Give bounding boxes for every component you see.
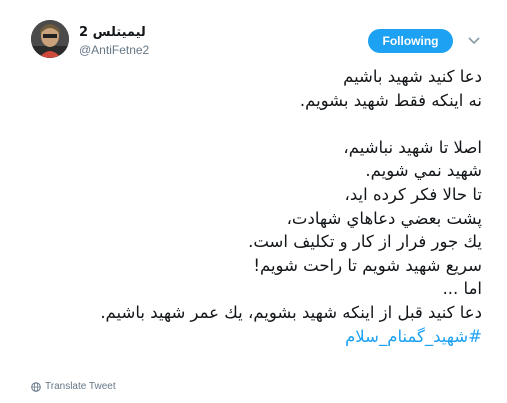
avatar-image bbox=[31, 20, 69, 58]
tweet-line: شهيد نمي شويم. bbox=[365, 161, 482, 181]
tweet-line: دعا كنيد قبل از اينكه شهيد بشويم، يك عمر… bbox=[100, 302, 482, 322]
tweet-line: دعا كنيد شهيد باشيم bbox=[343, 67, 482, 86]
globe-icon bbox=[31, 381, 41, 392]
tweet-line: سريع شهيد شويم تا راحت شويم! bbox=[253, 255, 482, 275]
tweet-line: نه اينكه فقط شهيد بشويم. bbox=[299, 90, 482, 110]
tweet-line: تا حالا فكر كرده ايد، bbox=[344, 184, 482, 204]
tweet-line: اصلا تا شهيد نباشيم، bbox=[343, 137, 482, 157]
tweet-text: دعا كنيد شهيد باشيم نه اينكه فقط شهيد بش… bbox=[20, 65, 482, 348]
tweet-line: يك جور فرار از كار و تكليف است. bbox=[248, 232, 482, 252]
display-name[interactable]: ليميتلس 2 bbox=[79, 25, 146, 40]
translate-tweet-label: Translate Tweet bbox=[45, 381, 116, 392]
translate-tweet-link[interactable]: Translate Tweet bbox=[31, 381, 116, 392]
user-handle[interactable]: @AntiFetne2 bbox=[79, 43, 149, 57]
following-button[interactable]: Following bbox=[368, 29, 453, 53]
chevron-down-icon[interactable] bbox=[466, 32, 482, 48]
hashtag-link[interactable]: #شهید_گمنام_سلام bbox=[20, 325, 482, 349]
avatar[interactable] bbox=[31, 20, 69, 58]
tweet-line: اما ... bbox=[442, 279, 482, 299]
tweet-line: پشت بعضي دعاهاي شهادت، bbox=[286, 208, 482, 228]
